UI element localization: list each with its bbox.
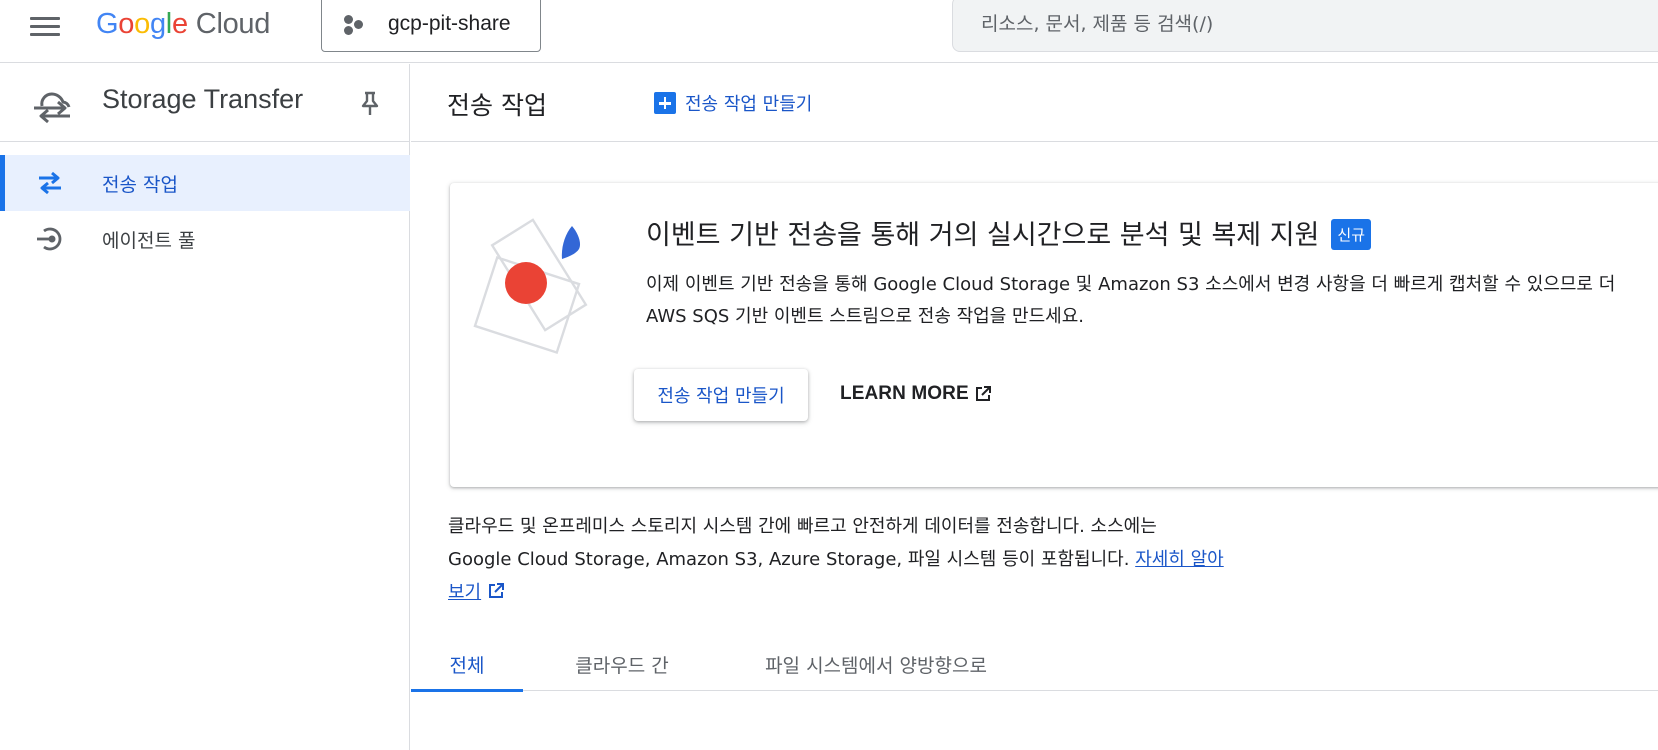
banner-desc-line: AWS SQS 기반 이벤트 스트림으로 전송 작업을 만드세요. <box>646 306 1084 327</box>
intro-line-2: Google Cloud Storage, Amazon S3, Azure S… <box>448 543 1268 576</box>
tab-cloud-to-cloud[interactable]: 클라우드 간 <box>537 638 707 691</box>
job-filter-tabs: 전체 클라우드 간 파일 시스템에서 양방향으로 <box>411 638 1658 692</box>
sidebar-item-label: 전송 작업 <box>102 173 178 196</box>
sidebar-item-label: 에이전트 풀 <box>102 229 196 252</box>
transfer-arrows-icon <box>39 171 61 195</box>
external-link-icon <box>975 386 991 401</box>
create-transfer-job-label: 전송 작업 만들기 <box>685 94 813 115</box>
banner-description: 이제 이벤트 기반 전송을 통해 Google Cloud Storage 및 … <box>646 269 1658 333</box>
logo-letter: g <box>149 7 166 40</box>
main-menu-icon[interactable] <box>28 12 62 36</box>
logo-letter: G <box>96 7 119 40</box>
logo-product-word: Cloud <box>195 7 271 40</box>
intro-line: 클라우드 및 온프레미스 스토리지 시스템 간에 빠르고 안전하게 데이터를 전… <box>448 516 1157 537</box>
learn-more-docs-link[interactable]: 자세히 알아 <box>1135 549 1224 570</box>
banner-desc-line: 이제 이벤트 기반 전송을 통해 Google Cloud Storage 및 … <box>646 274 1616 295</box>
intro-text: 클라우드 및 온프레미스 스토리지 시스템 간에 빠르고 안전하게 데이터를 전… <box>448 510 1268 609</box>
banner-title-text: 이벤트 기반 전송을 통해 거의 실시간으로 분석 및 복제 지원 <box>646 220 1320 251</box>
agent-pool-icon <box>37 227 62 251</box>
logo-letter: o <box>118 7 135 40</box>
intro-line-3: 보기 <box>448 576 1268 609</box>
tab-all[interactable]: 전체 <box>411 638 523 692</box>
learn-more-label: LEARN MORE <box>840 383 969 404</box>
sidebar: Storage Transfer 전송 작업 에이전트 풀 <box>0 64 410 750</box>
intro-line-text: Google Cloud Storage, Amazon S3, Azure S… <box>448 549 1130 570</box>
learn-more-docs-label: 보기 <box>448 582 482 603</box>
search-bar[interactable] <box>952 0 1658 52</box>
project-selector[interactable]: gcp-pit-share <box>321 0 541 52</box>
project-name: gcp-pit-share <box>388 12 511 35</box>
logo-letter: e <box>171 7 188 40</box>
learn-more-link[interactable]: LEARN MORE <box>840 383 992 405</box>
sidebar-item-agent-pools[interactable]: 에이전트 풀 <box>0 211 410 267</box>
top-bar: Go o g l e Cloud gcp-pit-share <box>0 0 1658 63</box>
external-link-icon <box>489 583 505 598</box>
sidebar-header: Storage Transfer <box>0 64 410 142</box>
promo-illustration <box>473 218 588 355</box>
create-transfer-job-button[interactable]: 전송 작업 만들기 <box>654 90 812 116</box>
sidebar-title: Storage Transfer <box>102 84 304 114</box>
new-badge: 신규 <box>1331 219 1372 250</box>
banner-title: 이벤트 기반 전송을 통해 거의 실시간으로 분석 및 복제 지원 신규 <box>646 213 1372 252</box>
sidebar-item-transfer-jobs[interactable]: 전송 작업 <box>0 155 410 211</box>
tab-file-system-bidirectional[interactable]: 파일 시스템에서 양방향으로 <box>721 638 1031 691</box>
banner-create-transfer-job-button[interactable]: 전송 작업 만들기 <box>634 369 808 421</box>
pin-icon[interactable] <box>358 90 382 118</box>
page-header: 전송 작업 전송 작업 만들기 <box>411 64 1658 142</box>
search-input[interactable] <box>981 13 1581 35</box>
add-box-icon <box>654 92 676 114</box>
event-driven-promo-banner: 이벤트 기반 전송을 통해 거의 실시간으로 분석 및 복제 지원 신규 이제 이… <box>450 183 1658 487</box>
logo-letter: o <box>134 7 150 40</box>
google-cloud-logo[interactable]: Go o g l e Cloud <box>96 2 270 46</box>
page-title: 전송 작업 <box>447 91 547 120</box>
project-hexagon-icon <box>342 12 366 36</box>
storage-transfer-icon <box>34 92 71 124</box>
learn-more-docs-link-cont[interactable]: 보기 <box>448 582 505 603</box>
